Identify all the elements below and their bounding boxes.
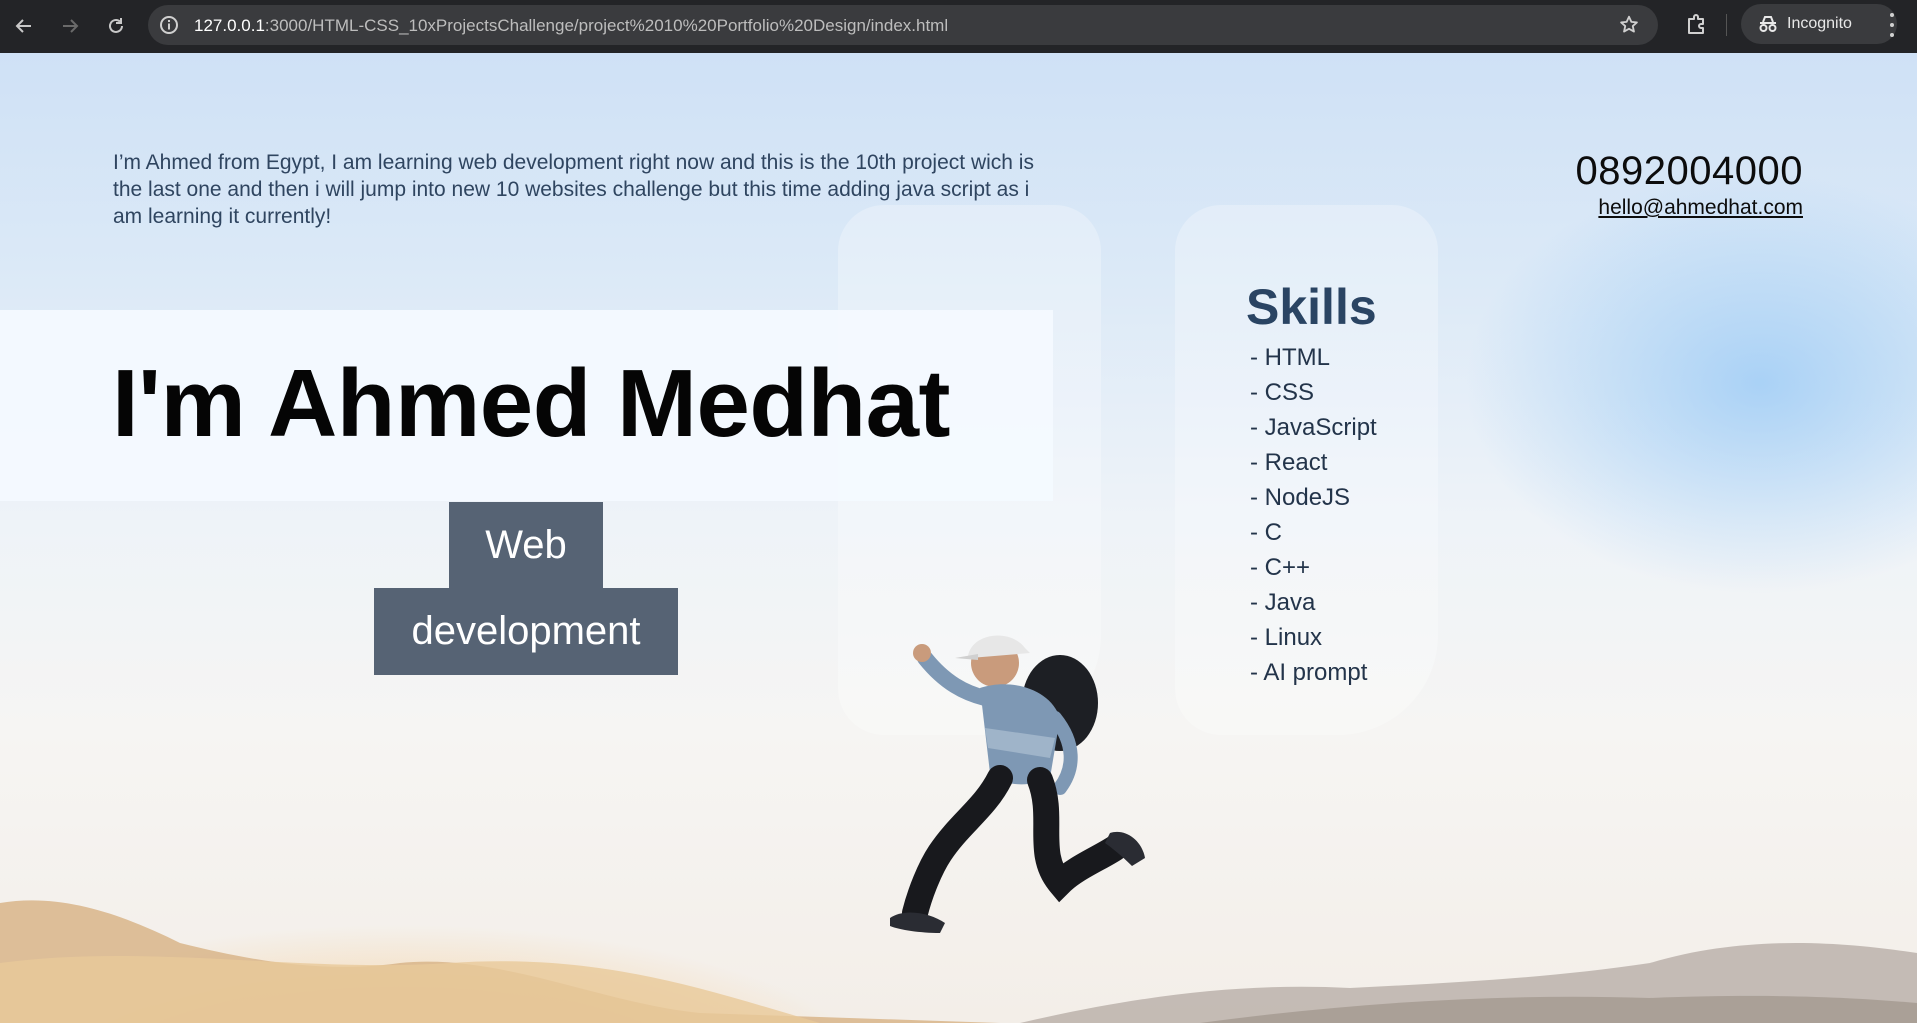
skill-item: - C [1250,519,1282,546]
arrow-right-icon [63,19,79,33]
extensions-icon[interactable] [1683,11,1709,37]
portfolio-page: I’m Ahmed from Egypt, I am learning web … [0,53,1917,1023]
browser-menu-icon[interactable] [1880,10,1904,40]
bookmark-star-icon[interactable] [1618,14,1640,36]
skill-item: - Java [1250,589,1316,616]
skill-item: - CSS [1250,379,1315,406]
skills-list: - HTML - CSS - JavaScript - React - Node… [1250,340,1377,690]
contact-info: 0892004000 hello@ahmedhat.com [1576,149,1803,220]
jumping-person-image [890,635,1145,933]
skills-section: Skills - HTML - CSS - JavaScript - React… [1175,205,1438,735]
skill-item: - NodeJS [1250,484,1351,511]
skill-item: - Linux [1250,624,1323,651]
url-text[interactable]: 127.0.0.1:3000/HTML-CSS_10xProjectsChall… [194,16,948,36]
skill-item: - AI prompt [1250,659,1368,686]
hero-title: I'm Ahmed Medhat [112,350,951,457]
skill-item: - React [1250,449,1328,476]
back-button[interactable] [8,10,40,42]
url-path: :3000/HTML-CSS_10xProjectsChallenge/proj… [264,16,949,35]
reload-icon [109,18,123,33]
skill-item: - C++ [1250,554,1311,581]
incognito-icon [1759,16,1777,32]
intro-paragraph: I’m Ahmed from Egypt, I am learning web … [113,151,1034,228]
role-tag-line1: Web [449,502,603,589]
reload-button[interactable] [100,10,132,42]
incognito-label: Incognito [1787,15,1852,32]
email-link[interactable]: hello@ahmedhat.com [1576,196,1803,220]
site-info-icon[interactable] [158,14,180,36]
address-bar[interactable]: 127.0.0.1:3000/HTML-CSS_10xProjectsChall… [148,5,1658,45]
browser-toolbar: 127.0.0.1:3000/HTML-CSS_10xProjectsChall… [0,0,1917,53]
skill-item: - HTML [1250,344,1330,371]
arrow-left-icon [15,19,31,33]
skill-item: - JavaScript [1250,414,1377,441]
forward-button[interactable] [54,10,86,42]
url-host: 127.0.0.1 [194,16,265,35]
toolbar-divider [1726,14,1727,36]
phone-number: 0892004000 [1575,149,1803,193]
skills-title: Skills [1246,279,1377,335]
role-tag-line2: development [374,588,678,675]
incognito-badge[interactable]: Incognito [1741,4,1897,44]
